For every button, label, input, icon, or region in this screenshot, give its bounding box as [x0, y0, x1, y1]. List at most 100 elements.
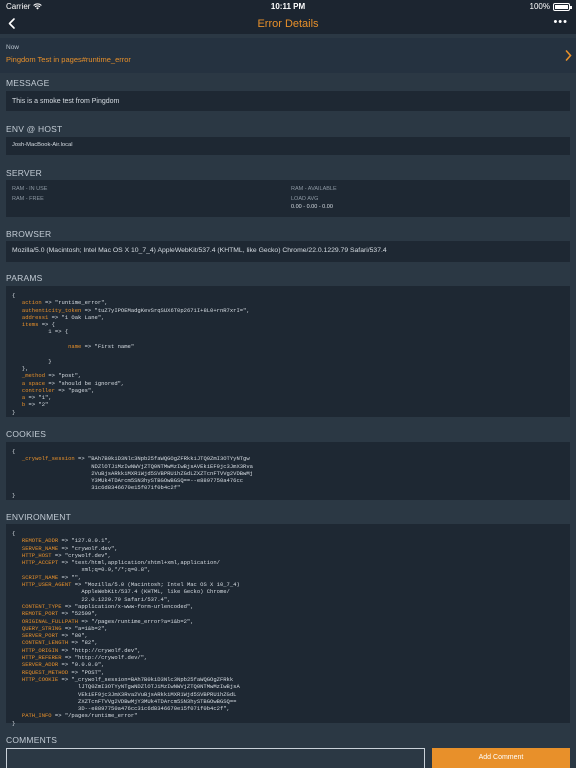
params-code-line: _method => "post", [21, 372, 82, 380]
ram-available-label: RAM - AVAILABLE [291, 186, 337, 192]
params-code-line [12, 350, 564, 357]
cookies-code-line: Y3MUk4TDArcm5SN3hySTBGOwBGSQ==--e8897750… [21, 477, 244, 485]
code-key: a space [21, 379, 46, 387]
code-key: SERVER_NAME [21, 544, 59, 552]
code-key: items [21, 321, 39, 329]
environment-panel: { REMOTE_ADDR => "127.0.0.1", SERVER_NAM… [6, 524, 570, 727]
more-options-icon[interactable]: ••• [553, 16, 568, 28]
ram-free-label: RAM - FREE [12, 196, 44, 202]
environment-code-line: HTTP_ORIGIN => "http://crywolf.dev", [21, 646, 141, 654]
params-code: { action => "runtime_error", authenticit… [6, 286, 570, 422]
cookies-code-line: } [12, 491, 16, 499]
cookies-code-line: 31c6d8346670e15f071f0b4c2f" [21, 484, 181, 492]
code-key: address1 [21, 313, 49, 321]
code-key: HTTP_ACCEPT [21, 559, 59, 567]
environment-code-line: ORIGINAL_FULLPATH => "/pages/runtime_err… [21, 617, 194, 625]
section-title-browser: BROWSER [6, 229, 52, 239]
code-key: HTTP_HOST [21, 551, 52, 559]
load-avg-value: 0.00 - 0.00 - 0.00 [291, 204, 333, 210]
environment-code-line: SERVER_PORT => "80", [21, 632, 88, 640]
chevron-right-icon [565, 50, 572, 61]
code-key: HTTP_REFERER [21, 654, 62, 662]
environment-code-line: CONTENT_TYPE => "application/x-www-form-… [21, 602, 194, 610]
navigation-bar: Error Details ••• [0, 13, 576, 34]
environment-code-line: HTTP_REFERER => "http://crywolf.dev/", [21, 654, 148, 662]
environment-code: { REMOTE_ADDR => "127.0.0.1", SERVER_NAM… [6, 524, 570, 733]
params-code-line: } [21, 357, 52, 365]
params-code-line: address1 => "1 Oak Lane", [21, 313, 105, 321]
environment-code-line: 22.0.1229.79 Safari/537.4", [21, 595, 171, 603]
section-title-server: SERVER [6, 168, 43, 178]
carrier-label: Carrier [6, 2, 31, 11]
status-left: Carrier [6, 2, 43, 11]
environment-code-line: QUERY_STRING => "a=1&b=2", [21, 624, 108, 632]
params-code-line: } [12, 408, 16, 416]
section-title-env-host: ENV @ HOST [6, 124, 63, 134]
cookies-code-line: NDZlOTJiMzIwNWVjZTQ0NTMwMzIwBjsAVEkiEF9j… [21, 462, 253, 470]
code-key: _crywolf_session [21, 455, 75, 463]
section-title-cookies: COOKIES [6, 429, 47, 439]
server-panel: RAM - IN USE RAM - FREE RAM - AVAILABLE … [6, 180, 570, 217]
code-key: a [21, 394, 26, 402]
battery-icon [553, 2, 572, 11]
environment-code-line: CONTENT_LENGTH => "82", [21, 639, 98, 647]
notification-link[interactable]: Pingdom Test in pages#runtime_error [6, 55, 570, 64]
params-panel: { action => "runtime_error", authenticit… [6, 286, 570, 417]
environment-code-line: PATH_INFO => "/pages/runtime_error" [21, 712, 138, 720]
environment-code-line: SCRIPT_NAME => "", [21, 573, 82, 581]
section-title-environment: ENVIRONMENT [6, 512, 72, 522]
params-code-line: { [12, 292, 16, 299]
status-time: 10:11 PM [270, 2, 306, 11]
params-code-line: }, [21, 364, 29, 372]
env-host-text: Josh-MacBook-Air.local [12, 142, 73, 149]
section-title-message: MESSAGE [6, 78, 50, 88]
code-key: ORIGINAL_FULLPATH [21, 617, 79, 625]
environment-code-line: HTTP_ACCEPT => "text/html,application/xh… [21, 559, 220, 567]
code-key: PATH_INFO [21, 712, 52, 720]
message-text: This is a smoke test from Pingdom [12, 97, 120, 105]
code-key: SERVER_PORT [21, 632, 59, 640]
params-code-line [12, 336, 564, 343]
section-title-params: PARAMS [6, 273, 43, 283]
code-key: HTTP_ORIGIN [21, 646, 59, 654]
environment-code-line: REQUEST_METHOD => "POST", [21, 668, 105, 676]
environment-code-line: SERVER_NAME => "crywolf.dev", [21, 544, 118, 552]
environment-code-line: xml;q=0.9,*/*;q=0.8", [21, 566, 151, 574]
add-comment-button[interactable]: Add Comment [432, 748, 570, 768]
environment-code-line: lJTQ0ZmI3OTYyNTgwNDZlOTJiMzIwNWVjZTQ0NTM… [21, 683, 240, 691]
comment-input[interactable] [6, 748, 425, 768]
environment-code-line: 3D--e8897750a476cc31c6d8346670e15f071f0b… [21, 705, 230, 713]
environment-code-line: ZXZTcnFTVVg2VDBwMjY3MUk4TDArcm5SN3hySTBG… [21, 697, 237, 705]
code-key: HTTP_USER_AGENT [21, 581, 72, 589]
code-key: name [68, 343, 82, 351]
params-code-line: authenticity_token => "tuZ7yIPOEMadgKevS… [21, 306, 250, 314]
message-panel: This is a smoke test from Pingdom [6, 91, 570, 111]
ram-in-use-label: RAM - IN USE [12, 186, 48, 192]
cookies-code-line: _crywolf_session => "BAh7B0kiD3Nlc3Npb25… [21, 455, 250, 463]
params-code-line: a => "1", [21, 394, 52, 402]
back-chevron-icon[interactable] [6, 17, 18, 30]
battery-fill [555, 4, 568, 9]
params-code-line: controller => "pages", [21, 386, 95, 394]
notification-row[interactable]: Now Pingdom Test in pages#runtime_error [0, 38, 576, 73]
status-right: 100% [530, 2, 572, 11]
environment-code-line: HTTP_COOKIE => "_crywolf_session=BAh7B0k… [21, 675, 234, 683]
browser-text: Mozilla/5.0 (Macintosh; Intel Mac OS X 1… [12, 247, 387, 255]
page-title: Error Details [257, 17, 319, 30]
code-key: action [21, 299, 42, 307]
code-key: REMOTE_ADDR [21, 537, 59, 545]
params-code-line: b => "2" [21, 401, 49, 409]
environment-code-line: HTTP_USER_AGENT => "Mozilla/5.0 (Macinto… [21, 581, 240, 589]
code-key: REQUEST_METHOD [21, 668, 69, 676]
params-code-line: 1 => { [21, 328, 69, 336]
code-key: CONTENT_LENGTH [21, 639, 69, 647]
cookies-code: { _crywolf_session => "BAh7B0kiD3Nlc3Npb… [6, 442, 570, 505]
environment-code-line: VEkiEF9jc3JmX3Rva2VuBjsARkkiMXR1Wjd5SVBP… [21, 690, 237, 698]
params-code-line: a space => "should be ignored", [21, 379, 125, 387]
environment-code-line: SERVER_ADDR => "0.0.0.0", [21, 661, 105, 669]
cookies-panel: { _crywolf_session => "BAh7B0kiD3Nlc3Npb… [6, 442, 570, 500]
browser-panel: Mozilla/5.0 (Macintosh; Intel Mac OS X 1… [6, 241, 570, 262]
environment-code-line: REMOTE_PORT => "52509", [21, 610, 98, 618]
code-key: CONTENT_TYPE [21, 602, 62, 610]
environment-code-line: REMOTE_ADDR => "127.0.0.1", [21, 537, 112, 545]
